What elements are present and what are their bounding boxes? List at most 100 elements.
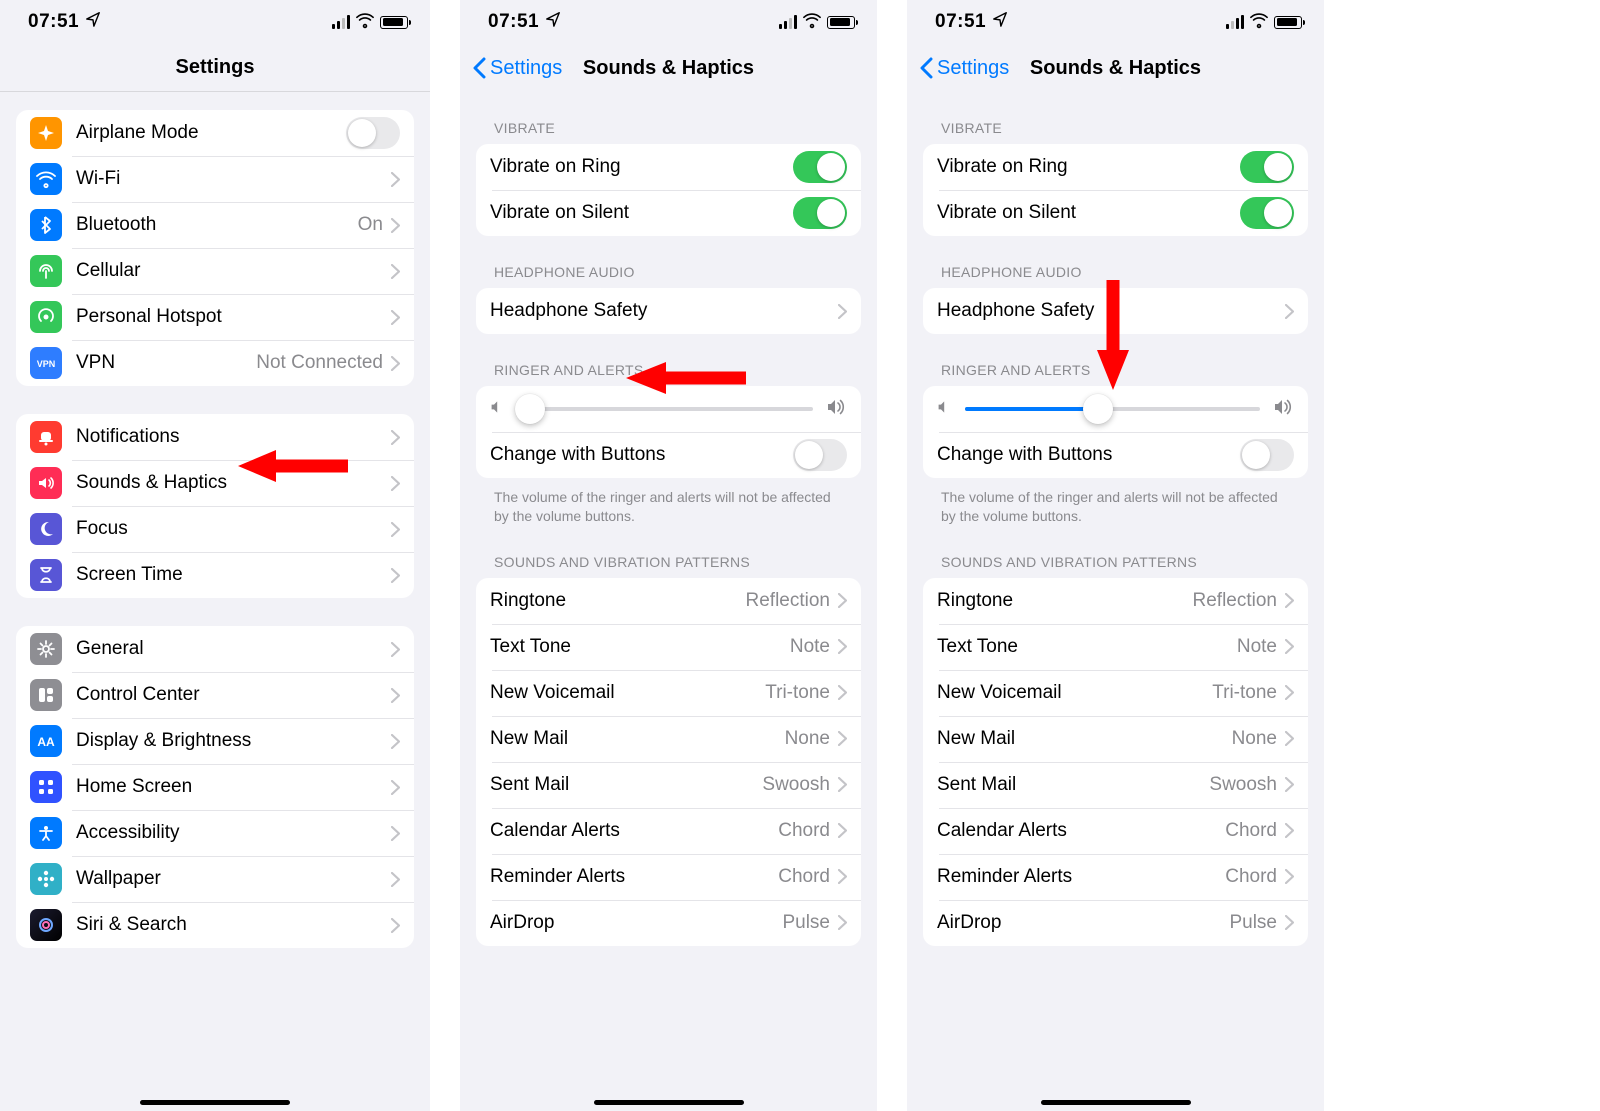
settings-row[interactable]: BluetoothOn (16, 202, 414, 248)
volume-slider-row[interactable] (476, 386, 861, 432)
settings-row[interactable]: Home Screen (16, 764, 414, 810)
row-value: Pulse (782, 912, 830, 934)
battery-icon (1274, 16, 1302, 29)
settings-row[interactable]: Wallpaper (16, 856, 414, 902)
settings-row[interactable]: Wi-Fi (16, 156, 414, 202)
chevron-right-icon (1285, 777, 1294, 792)
row-label: Control Center (76, 684, 391, 706)
settings-row[interactable]: Cellular (16, 248, 414, 294)
row-label: Text Tone (490, 636, 790, 658)
settings-row[interactable]: Vibrate on Silent (923, 190, 1308, 236)
toggle-switch[interactable] (1240, 151, 1294, 183)
back-button[interactable]: Settings (472, 57, 562, 80)
settings-row[interactable]: New VoicemailTri-tone (476, 670, 861, 716)
settings-row[interactable]: AirDropPulse (923, 900, 1308, 946)
settings-row[interactable]: Accessibility (16, 810, 414, 856)
hourglass-icon (30, 559, 62, 591)
settings-row[interactable]: General (16, 626, 414, 672)
bluetooth-icon (30, 209, 62, 241)
chevron-right-icon (391, 872, 400, 887)
settings-row[interactable]: Headphone Safety (923, 288, 1308, 334)
settings-row[interactable]: VPNVPNNot Connected (16, 340, 414, 386)
back-button[interactable]: Settings (919, 57, 1009, 80)
battery-icon (827, 16, 855, 29)
chevron-right-icon (1285, 731, 1294, 746)
settings-row[interactable]: New VoicemailTri-tone (923, 670, 1308, 716)
settings-row[interactable]: Vibrate on Ring (923, 144, 1308, 190)
chevron-right-icon (391, 356, 400, 371)
section-header: SOUNDS AND VIBRATION PATTERNS (494, 554, 857, 570)
cell-signal-icon (779, 15, 797, 29)
settings-row[interactable]: Calendar AlertsChord (476, 808, 861, 854)
toggle-switch[interactable] (793, 439, 847, 471)
row-label: Sent Mail (490, 774, 762, 796)
settings-row[interactable]: Vibrate on Ring (476, 144, 861, 190)
settings-row[interactable]: Vibrate on Silent (476, 190, 861, 236)
settings-row[interactable]: Sent MailSwoosh (923, 762, 1308, 808)
row-label: Headphone Safety (490, 300, 838, 322)
siri-icon (30, 909, 62, 941)
chevron-right-icon (391, 642, 400, 657)
settings-row[interactable]: Change with Buttons (923, 432, 1308, 478)
row-label: New Voicemail (490, 682, 765, 704)
volume-slider[interactable] (518, 407, 813, 411)
row-label: Personal Hotspot (76, 306, 391, 328)
settings-row[interactable]: AADisplay & Brightness (16, 718, 414, 764)
settings-row[interactable]: Notifications (16, 414, 414, 460)
chevron-right-icon (391, 734, 400, 749)
status-bar: 07:51 (0, 0, 430, 44)
grid-icon (30, 771, 62, 803)
settings-row[interactable]: Airplane Mode (16, 110, 414, 156)
toggle-switch[interactable] (1240, 439, 1294, 471)
settings-row[interactable]: Focus (16, 506, 414, 552)
group-patterns: RingtoneReflectionText ToneNoteNew Voice… (923, 578, 1308, 946)
chevron-right-icon (838, 915, 847, 930)
status-time: 07:51 (28, 11, 79, 33)
row-label: Focus (76, 518, 391, 540)
row-label: New Mail (937, 728, 1232, 750)
settings-row[interactable]: Reminder AlertsChord (923, 854, 1308, 900)
group-ringer: Change with Buttons (923, 386, 1308, 478)
row-label: Vibrate on Ring (490, 156, 793, 178)
settings-row[interactable]: Reminder AlertsChord (476, 854, 861, 900)
location-icon (85, 11, 101, 33)
toggle-switch[interactable] (793, 151, 847, 183)
section-header-ringer: RINGER AND ALERTS (494, 362, 857, 378)
settings-row[interactable]: Text ToneNote (923, 624, 1308, 670)
group-ringer: Change with Buttons (476, 386, 861, 478)
row-value: Note (1237, 636, 1277, 658)
settings-row[interactable]: Control Center (16, 672, 414, 718)
settings-row[interactable]: Personal Hotspot (16, 294, 414, 340)
chevron-right-icon (838, 639, 847, 654)
settings-row[interactable]: Sent MailSwoosh (476, 762, 861, 808)
volume-slider-row[interactable] (923, 386, 1308, 432)
row-label: VPN (76, 352, 256, 374)
settings-row[interactable]: Screen Time (16, 552, 414, 598)
toggle-switch[interactable] (346, 117, 400, 149)
chevron-right-icon (391, 310, 400, 325)
settings-row[interactable]: Change with Buttons (476, 432, 861, 478)
settings-row[interactable]: Siri & Search (16, 902, 414, 948)
chevron-right-icon (391, 264, 400, 279)
settings-row[interactable]: New MailNone (476, 716, 861, 762)
settings-row[interactable]: Calendar AlertsChord (923, 808, 1308, 854)
settings-row[interactable]: RingtoneReflection (923, 578, 1308, 624)
svg-text:AA: AA (37, 735, 55, 749)
settings-row[interactable]: AirDropPulse (476, 900, 861, 946)
gear-icon (30, 633, 62, 665)
phone-sounds-haptics-2: 07:51 Settings Sounds & Haptics VIBRATEV… (907, 0, 1324, 1111)
settings-row[interactable]: New MailNone (923, 716, 1308, 762)
row-value: Chord (778, 866, 830, 888)
settings-row[interactable]: Sounds & Haptics (16, 460, 414, 506)
row-value: Pulse (1229, 912, 1277, 934)
row-label: Siri & Search (76, 914, 391, 936)
volume-slider[interactable] (965, 407, 1260, 411)
settings-row[interactable]: RingtoneReflection (476, 578, 861, 624)
row-label: Calendar Alerts (937, 820, 1225, 842)
wifi-icon (803, 11, 821, 34)
toggle-switch[interactable] (1240, 197, 1294, 229)
settings-row[interactable]: Headphone Safety (476, 288, 861, 334)
speaker-high-icon (1272, 397, 1294, 422)
toggle-switch[interactable] (793, 197, 847, 229)
settings-row[interactable]: Text ToneNote (476, 624, 861, 670)
